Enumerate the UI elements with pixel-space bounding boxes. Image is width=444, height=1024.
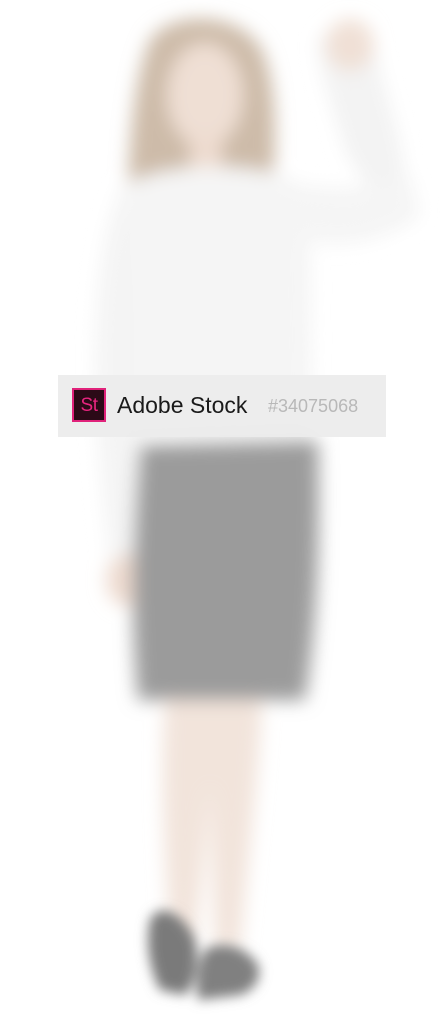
logo-text: St [80, 394, 98, 416]
face [167, 43, 243, 147]
stock-watermark-bar: St Adobe Stock #34075068 [58, 375, 386, 437]
asset-id: #34075068 [268, 396, 359, 416]
blurred-stock-photo [0, 0, 444, 1024]
skirt [132, 440, 319, 700]
adobe-stock-logo-icon: St [72, 388, 106, 422]
brand-name: Adobe Stock [117, 392, 248, 418]
raised-hand [326, 19, 374, 71]
